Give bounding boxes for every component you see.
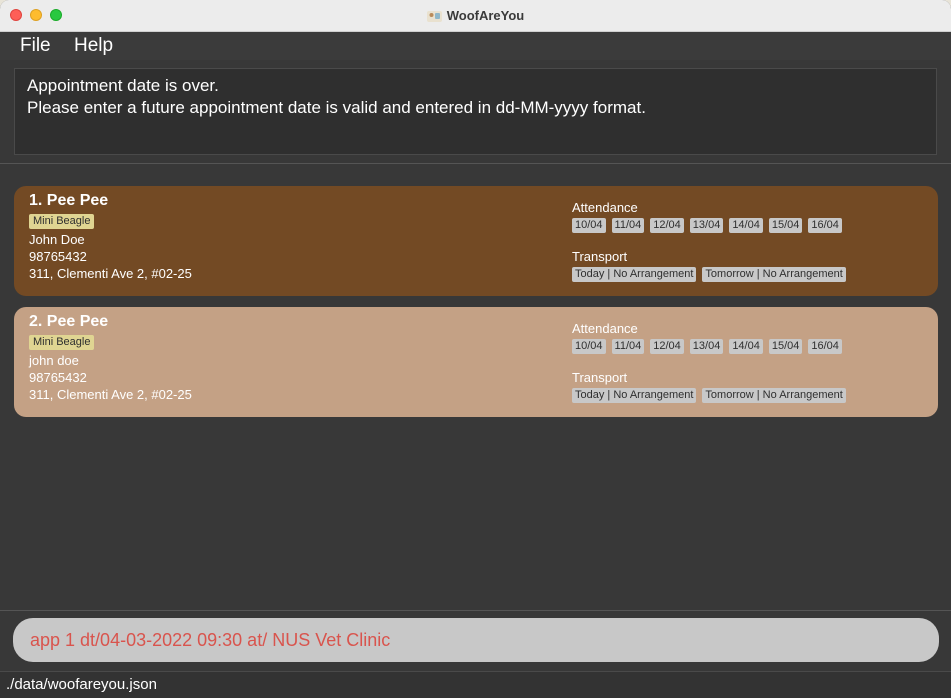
help-menu[interactable]: Help (74, 35, 113, 57)
attendance-chip: 16/04 (808, 339, 842, 354)
transport-chip: Tomorrow | No Arrangement (702, 388, 846, 403)
attendance-chip: 14/04 (729, 218, 763, 233)
transport-label: Transport (572, 249, 628, 264)
result-message-line-1: Appointment date is over. (27, 76, 219, 95)
attendance-chip: 10/04 (572, 339, 606, 354)
owner-name: john doe (29, 353, 79, 368)
owner-address: 311, Clementi Ave 2, #02-25 (29, 387, 192, 402)
pet-card[interactable]: 1. Pee Pee Mini Beagle John Doe 98765432… (14, 186, 938, 296)
menu-bar: File Help (0, 32, 951, 60)
owner-name: John Doe (29, 232, 85, 247)
section-divider (0, 163, 951, 164)
attendance-chip: 11/04 (611, 339, 645, 354)
attendance-chip: 13/04 (689, 339, 724, 354)
attendance-chip: 15/04 (768, 218, 803, 233)
attendance-chip: 15/04 (768, 339, 803, 354)
result-display: Appointment date is over. Please enter a… (14, 68, 937, 155)
breed-tag: Mini Beagle (29, 335, 95, 350)
attendance-label: Attendance (572, 200, 638, 215)
title-bar: WoofAreYou (0, 0, 951, 32)
app-logo-icon (426, 10, 442, 22)
breed-tag: Mini Beagle (29, 214, 95, 229)
section-divider (0, 610, 951, 611)
pet-name: 2. Pee Pee (29, 313, 109, 330)
transport-arrangements: Today | No Arrangement Tomorrow | No Arr… (572, 267, 852, 282)
attendance-chip: 11/04 (611, 218, 645, 233)
transport-label: Transport (572, 370, 628, 385)
transport-chip: Today | No Arrangement (572, 267, 697, 282)
attendance-chip: 12/04 (650, 339, 684, 354)
window-title-group: WoofAreYou (0, 0, 951, 31)
attendance-chip: 14/04 (729, 339, 763, 354)
window-title: WoofAreYou (446, 8, 525, 23)
pet-list[interactable]: 1. Pee Pee Mini Beagle John Doe 98765432… (3, 170, 948, 610)
attendance-chip: 13/04 (689, 218, 724, 233)
transport-chip: Tomorrow | No Arrangement (702, 267, 846, 282)
save-file-path: ./data/woofareyou.json (6, 676, 157, 693)
owner-phone: 98765432 (29, 249, 87, 264)
owner-address: 311, Clementi Ave 2, #02-25 (29, 266, 192, 281)
app-window: WoofAreYou File Help Appointment date is… (0, 0, 951, 698)
transport-chip: Today | No Arrangement (572, 388, 697, 403)
attendance-dates: 10/04 11/04 12/04 13/04 14/04 15/04 16/0… (572, 339, 848, 354)
attendance-chip: 12/04 (650, 218, 684, 233)
attendance-label: Attendance (572, 321, 638, 336)
attendance-dates: 10/04 11/04 12/04 13/04 14/04 15/04 16/0… (572, 218, 848, 233)
result-message-line-2: Please enter a future appointment date i… (27, 98, 646, 117)
owner-phone: 98765432 (29, 370, 87, 385)
command-input[interactable]: app 1 dt/04-03-2022 09:30 at/ NUS Vet Cl… (13, 618, 939, 662)
status-bar: ./data/woofareyou.json (0, 671, 951, 698)
pet-card[interactable]: 2. Pee Pee Mini Beagle john doe 98765432… (14, 307, 938, 417)
attendance-chip: 16/04 (808, 218, 842, 233)
pet-name: 1. Pee Pee (29, 192, 109, 209)
file-menu[interactable]: File (20, 35, 51, 57)
transport-arrangements: Today | No Arrangement Tomorrow | No Arr… (572, 388, 852, 403)
attendance-chip: 10/04 (572, 218, 606, 233)
